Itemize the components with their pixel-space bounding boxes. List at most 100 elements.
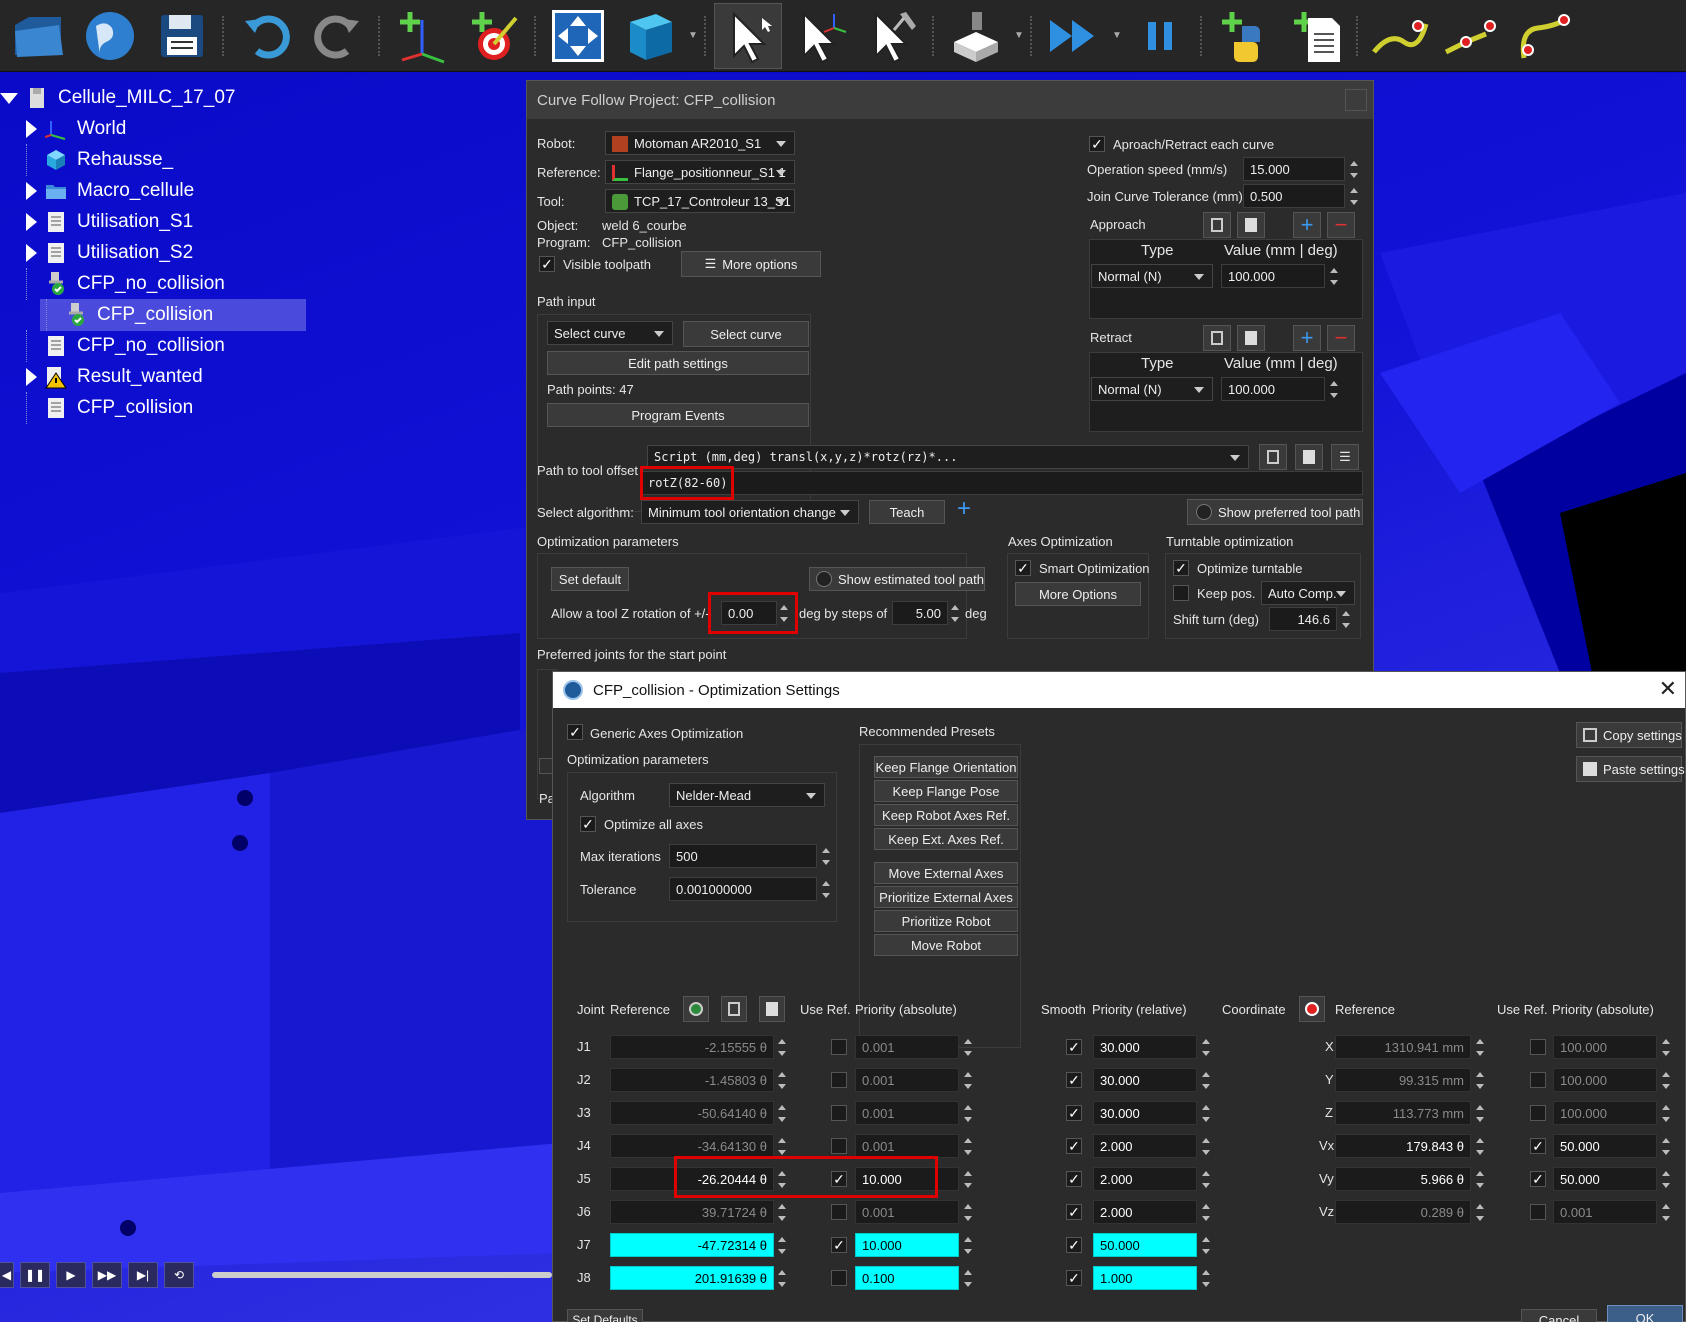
select-pointer-icon[interactable] <box>714 2 782 69</box>
op-speed-input[interactable]: 15.000 <box>1243 157 1345 181</box>
joint-smooth-checkbox[interactable]: ✓ <box>1066 1237 1082 1253</box>
expand-arrow-icon[interactable] <box>26 120 37 138</box>
opt-algorithm-select[interactable]: Nelder-Mead <box>669 783 825 807</box>
joint-reference-input[interactable]: 201.91639 θ <box>610 1266 774 1290</box>
coordinate-reference-input[interactable]: 0.289 θ <box>1335 1200 1471 1224</box>
coordinate-use-ref-checkbox[interactable] <box>1530 1072 1546 1088</box>
joint-relative-priority-input[interactable]: 2.000 <box>1093 1134 1197 1158</box>
joint-relative-priority-spinner[interactable] <box>1199 1134 1213 1158</box>
joint-relative-priority-spinner[interactable] <box>1199 1233 1213 1257</box>
globe-icon[interactable] <box>76 3 144 69</box>
set-default-button[interactable]: Set default <box>551 567 629 591</box>
coordinate-reference-input[interactable]: 113.773 mm <box>1335 1101 1471 1125</box>
coordinate-reference-input[interactable]: 1310.941 mm <box>1335 1035 1471 1059</box>
select-tool-icon[interactable] <box>858 3 926 69</box>
joint-relative-priority-spinner[interactable] <box>1199 1167 1213 1191</box>
coordinate-priority-spinner[interactable] <box>1659 1035 1673 1059</box>
show-estimated-button[interactable]: Show estimated tool path <box>809 567 985 591</box>
joint-reference-input[interactable]: -47.72314 θ <box>610 1233 774 1257</box>
add-target-icon[interactable] <box>460 3 528 69</box>
coordinate-priority-input[interactable]: 50.000 <box>1553 1134 1657 1158</box>
joint-priority-spinner[interactable] <box>961 1233 975 1257</box>
pause-icon[interactable]: ❚❚ <box>20 1262 50 1288</box>
shift-turn-spinner[interactable] <box>1339 607 1353 631</box>
coordinate-priority-spinner[interactable] <box>1659 1134 1673 1158</box>
joint-priority-spinner[interactable] <box>961 1200 975 1224</box>
coordinate-reference-input[interactable]: 179.843 θ <box>1335 1134 1471 1158</box>
retract-value-input[interactable]: 100.000 <box>1221 377 1325 401</box>
tool-holder-icon[interactable] <box>942 3 1010 69</box>
max-iterations-input[interactable]: 500 <box>669 844 817 868</box>
joint-priority-spinner[interactable] <box>961 1068 975 1092</box>
tree-item[interactable]: Utilisation_S2 <box>26 237 193 269</box>
shift-turn-input[interactable]: 146.6 <box>1269 607 1337 631</box>
paste-icon[interactable] <box>1295 444 1323 470</box>
copy-icon[interactable] <box>1203 325 1231 351</box>
join-tolerance-input[interactable]: 0.500 <box>1243 184 1345 208</box>
remove-icon[interactable]: − <box>1327 325 1355 351</box>
auto-comp-select[interactable]: Auto Comp. <box>1261 581 1355 605</box>
joint-priority-input[interactable]: 0.001 <box>855 1134 959 1158</box>
generic-axes-checkbox[interactable]: ✓ <box>567 724 583 740</box>
show-preferred-button[interactable]: Show preferred tool path <box>1187 499 1363 525</box>
joint-priority-spinner[interactable] <box>961 1167 975 1191</box>
coordinate-reference-input[interactable]: 99.315 mm <box>1335 1068 1471 1092</box>
paste-settings-button[interactable]: Paste settings <box>1576 756 1685 782</box>
set-defaults-button[interactable]: Set Defaults <box>567 1309 643 1322</box>
play-icon[interactable]: ▶ <box>56 1262 86 1288</box>
close-icon[interactable] <box>1345 89 1367 111</box>
timeline-slider[interactable] <box>212 1272 552 1278</box>
optimize-turntable-checkbox[interactable]: ✓ <box>1173 560 1189 576</box>
approach-retract-checkbox[interactable]: ✓ <box>1089 136 1105 152</box>
show-estimated-radio[interactable] <box>816 571 832 587</box>
joint-reference-input[interactable]: -2.15555 θ <box>610 1035 774 1059</box>
coordinate-priority-input[interactable]: 100.000 <box>1553 1101 1657 1125</box>
joint-priority-input[interactable]: 0.001 <box>855 1200 959 1224</box>
joint-priority-spinner[interactable] <box>961 1266 975 1290</box>
preset-button[interactable]: Move External Axes <box>874 862 1018 884</box>
joint-reference-input[interactable]: -50.64140 θ <box>610 1101 774 1125</box>
menu-icon[interactable]: ☰ <box>1331 444 1359 470</box>
curve-point-icon[interactable] <box>1366 3 1434 69</box>
joint-relative-priority-spinner[interactable] <box>1199 1035 1213 1059</box>
joint-relative-priority-input[interactable]: 2.000 <box>1093 1167 1197 1191</box>
joint-priority-input[interactable]: 0.001 <box>855 1035 959 1059</box>
keep-pos-checkbox[interactable] <box>1173 585 1189 601</box>
tree-item[interactable]: Rehausse_ <box>26 144 173 176</box>
joint-relative-priority-input[interactable]: 2.000 <box>1093 1200 1197 1224</box>
joint-relative-priority-input[interactable]: 1.000 <box>1093 1266 1197 1290</box>
paste-icon[interactable] <box>759 996 785 1022</box>
coordinate-reference-spinner[interactable] <box>1473 1200 1487 1224</box>
expand-arrow-icon[interactable] <box>26 213 37 231</box>
coordinate-reference-spinner[interactable] <box>1473 1134 1487 1158</box>
copy-icon[interactable] <box>721 996 747 1022</box>
join-tolerance-spinner[interactable] <box>1347 184 1361 208</box>
steps-input[interactable]: 5.00 <box>892 601 948 625</box>
coordinate-priority-input[interactable]: 0.001 <box>1553 1200 1657 1224</box>
joint-relative-priority-input[interactable]: 50.000 <box>1093 1233 1197 1257</box>
reference-select[interactable]: Flange_positionneur_S1 1 <box>605 160 795 184</box>
teach-button[interactable]: Teach <box>869 500 945 524</box>
add-icon[interactable]: + <box>957 495 971 523</box>
tree-item[interactable]: CFP_no_collision <box>26 268 225 300</box>
joint-smooth-checkbox[interactable]: ✓ <box>1066 1039 1082 1055</box>
show-preferred-radio[interactable] <box>1196 504 1212 520</box>
save-icon[interactable] <box>148 3 216 69</box>
tree-item[interactable]: CFP_collision <box>26 392 193 424</box>
edit-path-settings-button[interactable]: Edit path settings <box>547 351 809 375</box>
joint-reference-spinner[interactable] <box>775 1266 789 1290</box>
preset-button[interactable]: Move Robot <box>874 934 1018 956</box>
retract-type-select[interactable]: Normal (N) <box>1091 377 1213 401</box>
joint-relative-priority-spinner[interactable] <box>1199 1200 1213 1224</box>
open-folder-icon[interactable] <box>4 3 72 69</box>
steps-spinner[interactable] <box>948 601 962 625</box>
tree-item[interactable]: Utilisation_S1 <box>26 206 193 238</box>
copy-icon[interactable] <box>1203 212 1231 238</box>
redo-icon[interactable] <box>304 3 372 69</box>
coordinate-reference-spinner[interactable] <box>1473 1035 1487 1059</box>
ok-button[interactable]: OK <box>1607 1305 1683 1322</box>
visible-toolpath-checkbox[interactable]: ✓ <box>539 256 555 272</box>
fit-all-icon[interactable] <box>544 3 612 69</box>
undo-icon[interactable] <box>232 3 300 69</box>
joint-relative-priority-input[interactable]: 30.000 <box>1093 1068 1197 1092</box>
